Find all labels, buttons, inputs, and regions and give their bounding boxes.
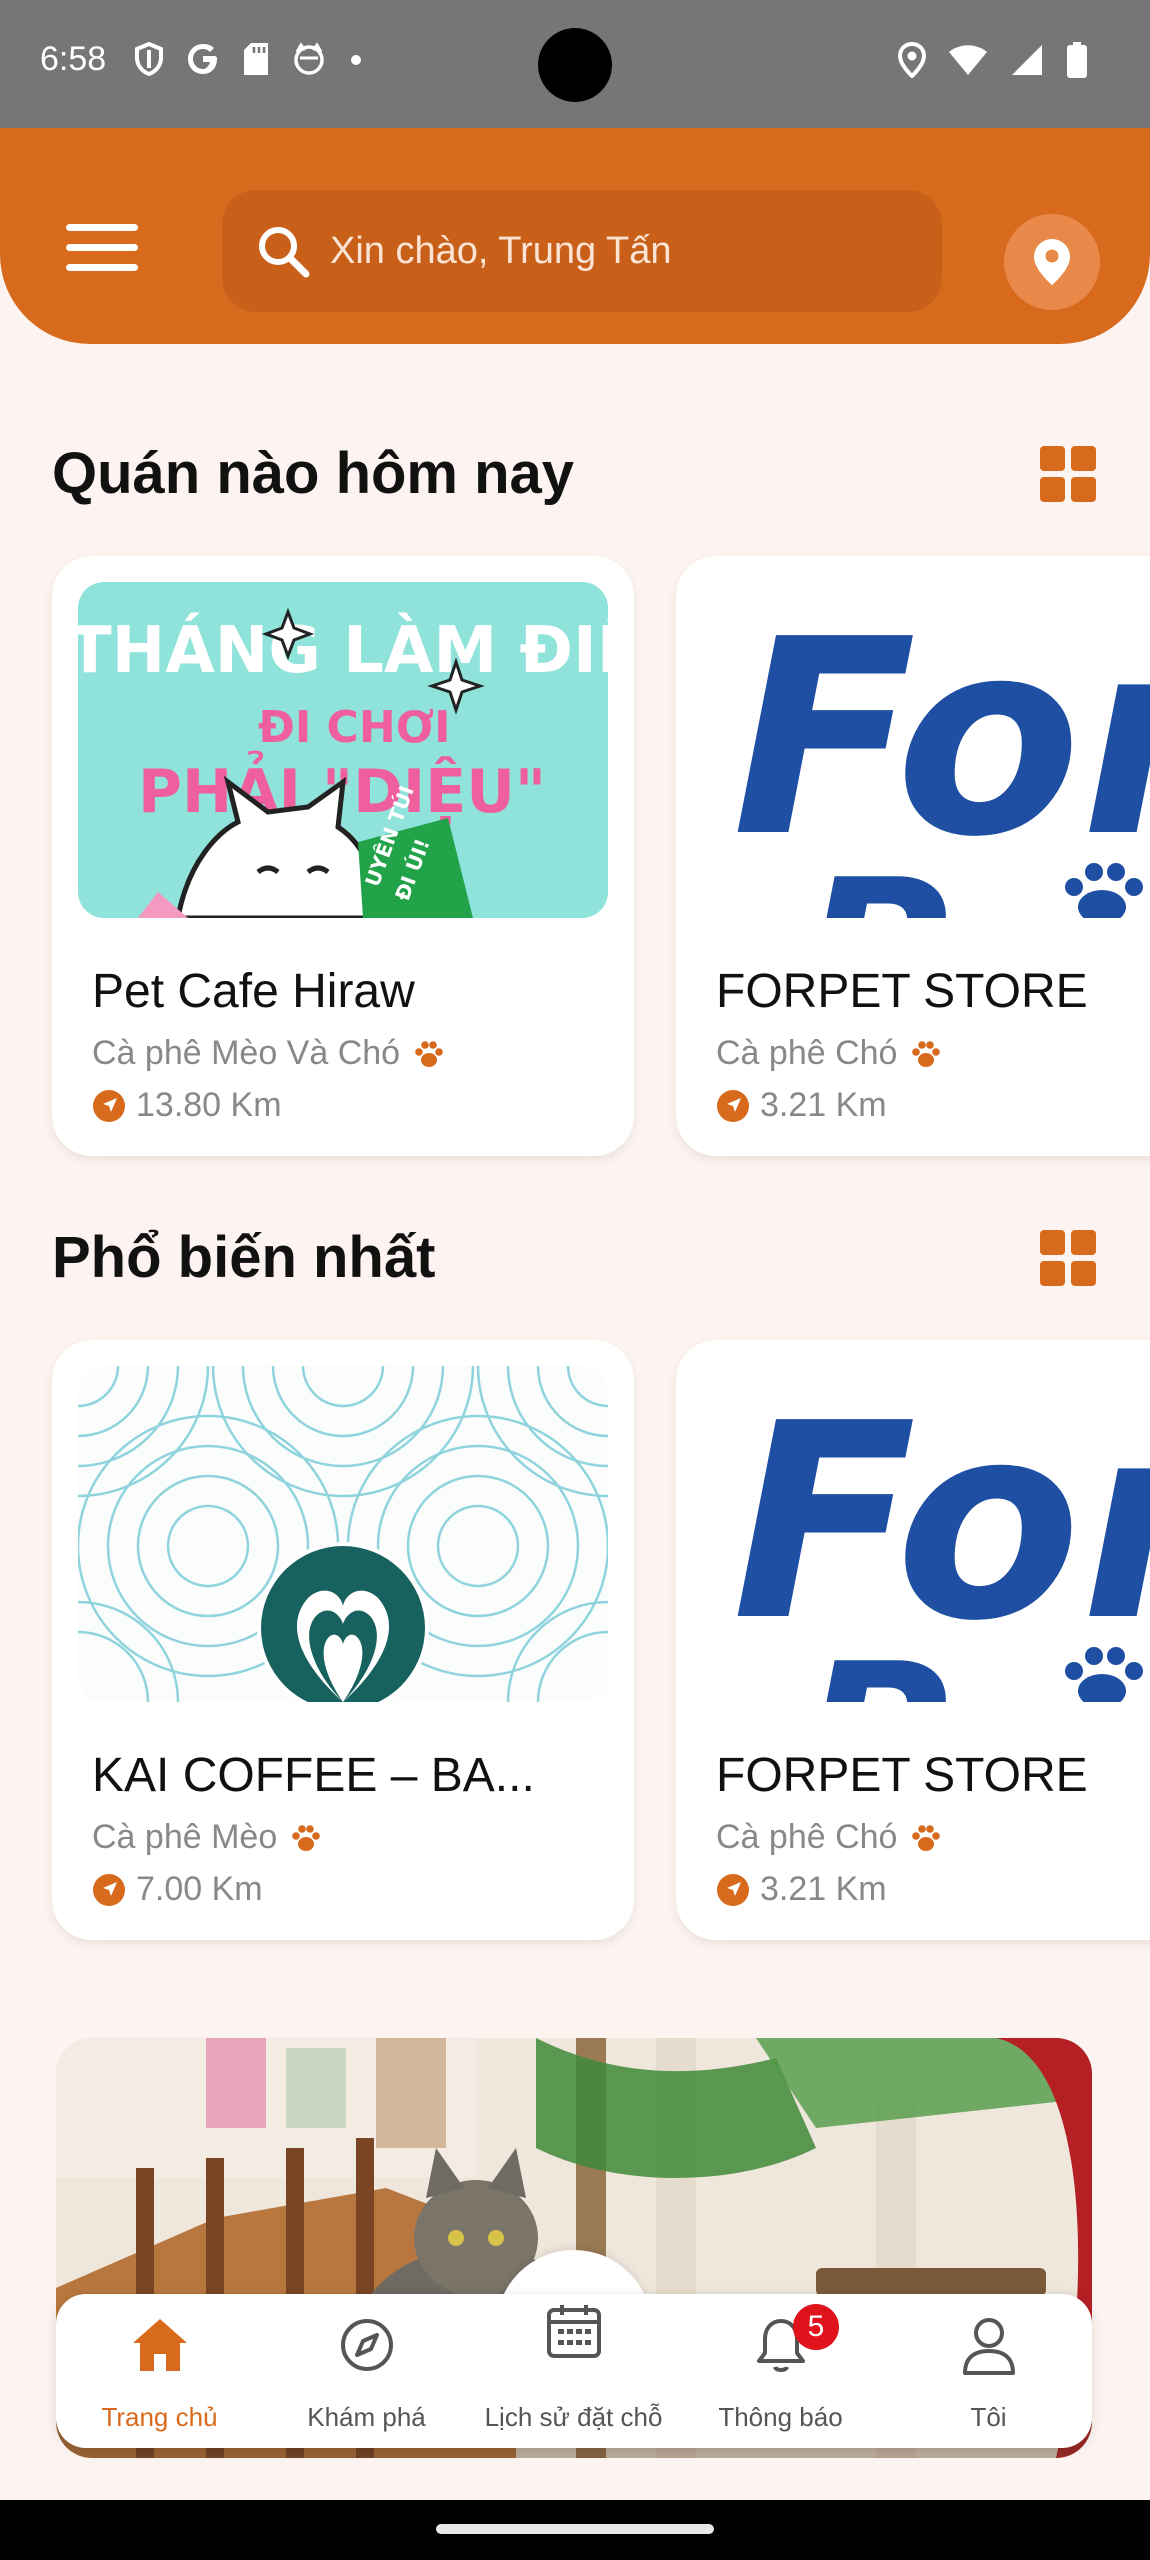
distance-label: 7.00 Km	[136, 1870, 263, 1908]
image-text-1: THÁNG LÀM ĐIỆU	[78, 611, 608, 688]
cafe-card[interactable]: KAI COFFEE – BA... Cà phê Mèo 7.00 Km	[52, 1340, 634, 1940]
cafe-category: Cà phê Chó	[716, 1034, 941, 1073]
nav-item-notifications[interactable]: 5 Thông báo	[677, 2304, 884, 2433]
map-pin-icon	[1034, 239, 1070, 285]
location-button[interactable]	[1004, 214, 1100, 310]
cafe-card[interactable]: For P FORPET STORE Cà phê Chó 3.21 Km	[676, 556, 1150, 1156]
section-title-today: Quán nào hôm nay	[52, 441, 575, 506]
calendar-icon	[546, 2305, 601, 2358]
cafe-image-forpet: For P	[702, 1366, 1150, 1702]
distance-label: 13.80 Km	[136, 1086, 282, 1124]
category-label: Cà phê Mèo Và Chó	[92, 1034, 401, 1072]
status-time: 6:58	[40, 40, 107, 78]
sd-card-icon	[244, 43, 268, 75]
nav-item-home[interactable]: Trang chủ	[56, 2310, 263, 2433]
nav-label: Lịch sử đặt chỗ	[484, 2402, 663, 2432]
search-box[interactable]	[222, 190, 942, 312]
cafe-name: Pet Cafe Hiraw	[92, 965, 415, 1018]
nav-label: Thông báo	[718, 2402, 843, 2432]
paw-icon	[912, 1824, 941, 1851]
cafe-category: Cà phê Mèo	[92, 1818, 321, 1857]
distance-label: 3.21 Km	[760, 1870, 887, 1908]
nav-label: Khám phá	[307, 2402, 426, 2432]
cafe-distance: 3.21 Km	[716, 1870, 887, 1909]
grid-view-button-popular[interactable]	[1040, 1230, 1096, 1286]
cafe-card[interactable]: THÁNG LÀM ĐIỆU ĐI CHƠI PHẢI "DIỆU" UYÊN …	[52, 556, 634, 1156]
navigation-icon	[93, 1089, 125, 1122]
status-bar: 6:58	[0, 0, 1150, 130]
cafe-name: FORPET STORE	[716, 1749, 1088, 1802]
shield-icon	[135, 42, 163, 76]
battery-icon	[1067, 42, 1087, 78]
nav-item-booking-history[interactable]: Lịch sử đặt chỗ	[470, 2296, 677, 2433]
paw-icon	[415, 1040, 443, 1067]
menu-button[interactable]	[66, 224, 144, 280]
signal-icon	[1012, 45, 1042, 75]
paw-icon	[912, 1040, 941, 1067]
category-label: Cà phê Chó	[716, 1034, 898, 1072]
image-text-brand-2: P	[802, 1621, 949, 1702]
notification-badge: 5	[793, 2304, 839, 2350]
cafe-distance: 7.00 Km	[92, 1870, 263, 1909]
cafe-image-forpet: For P	[702, 582, 1150, 918]
home-icon	[132, 2319, 187, 2371]
cafe-card[interactable]: For P FORPET STORE Cà phê Chó 3.21 Km	[676, 1340, 1150, 1940]
user-icon	[962, 2318, 1015, 2375]
app-screen: 6:58 Quán nào hôm nay	[0, 0, 1150, 2560]
cafe-distance: 13.80 Km	[92, 1086, 282, 1125]
nav-label: Tôi	[970, 2402, 1007, 2432]
menu-icon	[66, 224, 138, 231]
cat-face-icon	[294, 42, 324, 75]
grid-view-button-today[interactable]	[1040, 446, 1096, 502]
nav-item-profile[interactable]: Tôi	[885, 2310, 1092, 2433]
nav-label: Trang chủ	[101, 2402, 218, 2432]
navigation-icon	[717, 1089, 749, 1122]
distance-label: 3.21 Km	[760, 1086, 887, 1124]
dot-icon	[351, 55, 361, 65]
image-text-2: ĐI CHƠI	[258, 702, 450, 753]
cafe-image-hiraw: THÁNG LÀM ĐIỆU ĐI CHƠI PHẢI "DIỆU" UYÊN …	[78, 582, 608, 918]
image-text-brand-2: P	[802, 837, 949, 918]
camera-cutout	[538, 28, 612, 102]
gesture-handle[interactable]	[436, 2524, 714, 2534]
compass-icon	[340, 2319, 393, 2371]
search-icon	[259, 227, 310, 278]
navigation-icon	[717, 1873, 749, 1906]
location-icon	[898, 42, 926, 78]
cafe-image-kai	[78, 1366, 608, 1702]
paw-icon	[292, 1824, 321, 1851]
navigation-icon	[93, 1873, 125, 1906]
google-icon	[188, 44, 217, 74]
section-title-popular: Phổ biến nhất	[52, 1225, 436, 1290]
category-label: Cà phê Chó	[716, 1818, 898, 1856]
search-input[interactable]	[330, 229, 930, 273]
nav-item-explore[interactable]: Khám phá	[263, 2310, 470, 2433]
cafe-category: Cà phê Mèo Và Chó	[92, 1034, 444, 1073]
grid-icon	[1040, 1230, 1096, 1286]
app-header	[0, 128, 1150, 344]
grid-icon	[1040, 446, 1096, 502]
cafe-category: Cà phê Chó	[716, 1818, 941, 1857]
category-label: Cà phê Mèo	[92, 1818, 278, 1856]
cafe-distance: 3.21 Km	[716, 1086, 887, 1125]
cafe-name: FORPET STORE	[716, 965, 1088, 1018]
cafe-name: KAI COFFEE – BA...	[92, 1749, 535, 1802]
wifi-icon	[949, 45, 987, 75]
